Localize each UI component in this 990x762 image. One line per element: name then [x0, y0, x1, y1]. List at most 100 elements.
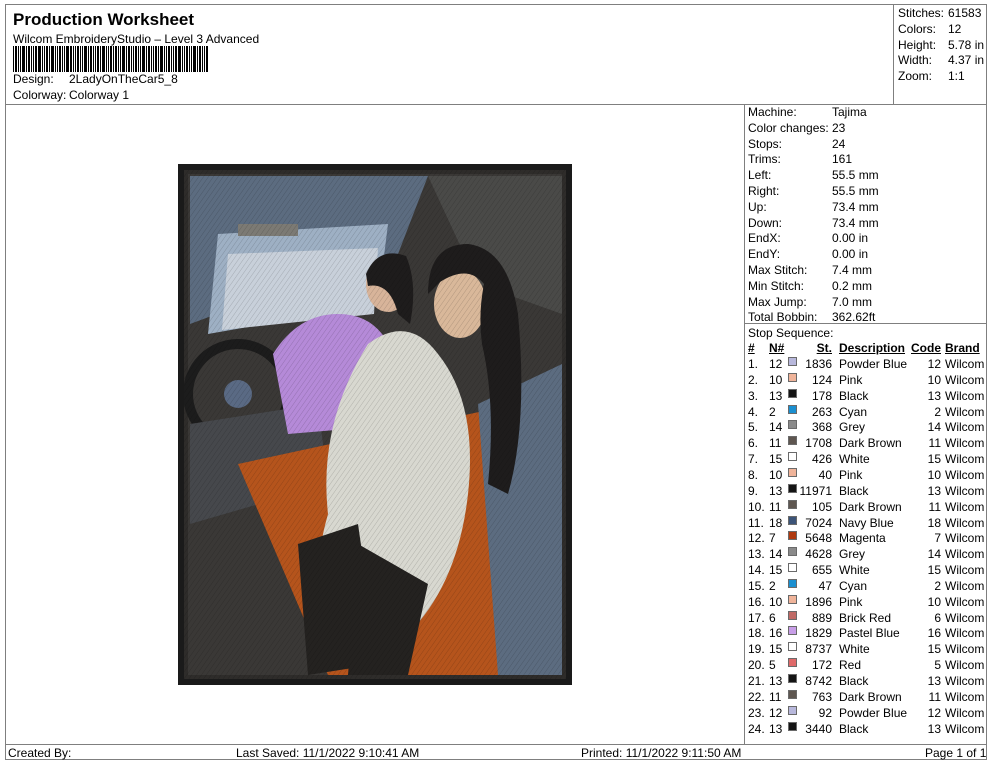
stop-sequence-row: 24. 13 3440 Black 13 Wilcom [745, 721, 987, 737]
stop-code: 10 [927, 467, 941, 482]
stop-num: 21. [748, 674, 765, 688]
stop-sequence-row: 11. 18 7024 Navy Blue 18 Wilcom [745, 515, 987, 531]
barcode-bar [128, 46, 130, 72]
stop-stitches: 40 [818, 467, 832, 482]
stop-needle: 13 [769, 388, 783, 403]
column-header-code: Code [911, 341, 941, 355]
color-swatch [788, 515, 797, 525]
stop-code: 14 [927, 420, 941, 435]
barcode-bar [49, 46, 50, 72]
barcode-bar [15, 46, 17, 72]
stop-num: 2. [748, 372, 759, 387]
stop-sequence-row: 8. 10 40 Pink 10 Wilcom [745, 467, 987, 483]
column-header-num: # [748, 341, 755, 355]
color-swatch [788, 563, 797, 573]
stop-brand: Wilcom [945, 388, 985, 403]
barcode-bar [42, 46, 43, 72]
machine-info-row: Max Stitch: 7.4 mm [748, 263, 873, 277]
stop-num: 23. [748, 705, 765, 720]
stop-code: 2 [934, 578, 941, 593]
barcode-bar [197, 46, 198, 72]
barcode-bar [153, 46, 154, 72]
color-swatch [788, 499, 797, 509]
stop-description: Powder Blue [839, 357, 908, 371]
stat-width: Width: 4.37 in [898, 53, 985, 67]
stop-sequence-row: 17. 6 889 Brick Red 6 Wilcom [745, 610, 987, 626]
barcode-bar [173, 46, 174, 72]
column-header-stitches: St. [816, 341, 832, 355]
stat-zoom: Zoom: 1:1 [898, 69, 965, 83]
color-swatch [788, 452, 797, 462]
stop-sequence-row: 14. 15 655 White 15 Wilcom [745, 563, 987, 578]
barcode-bar [110, 46, 112, 72]
barcode-bar [75, 46, 76, 72]
stop-brand: Wilcom [945, 499, 985, 514]
barcode-bar [70, 46, 72, 72]
stop-num: 7. [748, 452, 759, 467]
stop-description: Magenta [839, 531, 886, 546]
stop-brand: Wilcom [945, 689, 985, 704]
stop-needle: 14 [769, 547, 783, 562]
barcode-bar [97, 46, 99, 72]
stop-code: 12 [927, 357, 941, 371]
stop-needle: 11 [769, 436, 782, 451]
stop-brand: Wilcom [945, 642, 985, 657]
stop-description: Pink [839, 467, 863, 482]
barcode-bar [57, 46, 58, 72]
barcode-bar [66, 46, 69, 72]
stop-stitches: 655 [811, 563, 832, 578]
color-swatch [788, 610, 797, 620]
barcode-bar [186, 46, 188, 72]
stop-sequence-row: 7. 15 426 White 15 Wilcom [745, 452, 987, 467]
stop-description: White [839, 563, 870, 578]
stop-code: 15 [927, 642, 941, 657]
worksheet-footer: Created By: Last Saved: 11/1/2022 9:10:4… [5, 744, 987, 760]
stop-description: Cyan [839, 578, 868, 593]
stop-code: 12 [927, 705, 941, 720]
stop-brand: Wilcom [945, 674, 985, 688]
color-swatch [788, 626, 797, 636]
stop-sequence-row: 16. 10 1896 Pink 10 Wilcom [745, 594, 987, 610]
barcode-bar [202, 46, 203, 72]
stop-num: 22. [748, 689, 765, 704]
design-stats: Stitches: 61583 Colors: 12 Height: 5.78 in … [894, 4, 987, 105]
stop-code: 14 [927, 547, 941, 562]
machine-info-row: EndY: 0.00 in [748, 247, 869, 262]
barcode-bar [38, 46, 41, 72]
stop-stitches: 1829 [805, 626, 832, 641]
stop-needle: 11 [769, 499, 782, 514]
color-swatch [788, 658, 797, 668]
stop-num: 13. [748, 547, 765, 562]
barcode-bar [26, 46, 27, 72]
barcode-bar [148, 46, 150, 72]
barcode-bar [31, 46, 32, 72]
stop-num: 5. [748, 420, 759, 435]
stop-code: 11 [928, 499, 941, 514]
stop-description: Navy Blue [839, 515, 894, 530]
barcode-bar [18, 46, 19, 72]
stop-stitches: 178 [811, 388, 832, 403]
barcode-bar [178, 46, 181, 72]
barcode-bar [140, 46, 141, 72]
stop-stitches: 263 [811, 404, 832, 419]
color-swatch [788, 420, 797, 430]
barcode-bar [28, 46, 30, 72]
stop-brand: Wilcom [945, 563, 985, 578]
stop-description: Black [839, 721, 869, 736]
column-header-needle: N# [769, 341, 785, 355]
stop-code: 11 [928, 436, 941, 451]
stop-sequence-row: 5. 14 368 Grey 14 Wilcom [745, 420, 987, 435]
stop-num: 11. [748, 515, 764, 530]
stop-sequence-row: 22. 11 763 Dark Brown 11 Wilcom [745, 689, 987, 705]
stop-num: 19. [748, 642, 765, 657]
stop-sequence-row: 20. 5 172 Red 5 Wilcom [745, 658, 987, 673]
stop-needle: 12 [769, 705, 783, 720]
stop-needle: 14 [769, 420, 783, 435]
stop-num: 16. [748, 594, 765, 609]
stop-num: 1. [748, 357, 759, 371]
stop-num: 12. [748, 531, 765, 546]
barcode-bar [206, 46, 208, 72]
machine-info-row: Stops: 24 [748, 136, 846, 151]
stop-description: Red [839, 658, 862, 673]
stop-code: 15 [927, 452, 941, 467]
